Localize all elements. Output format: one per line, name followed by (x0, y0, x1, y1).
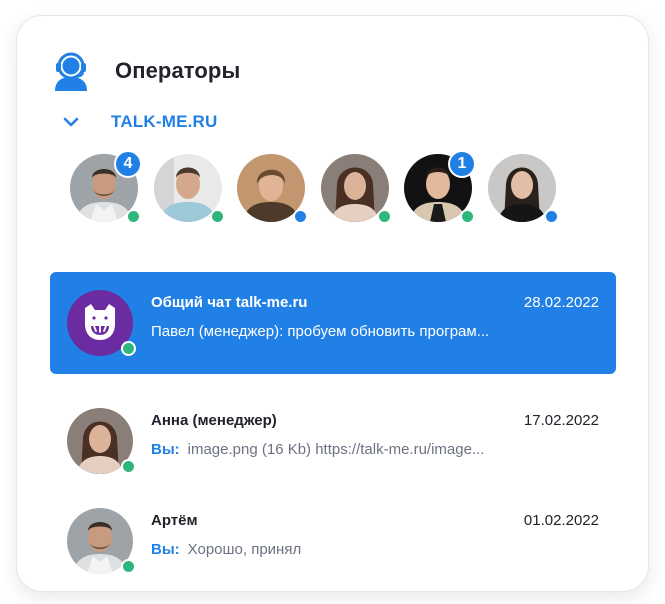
operator-avatar-list: 4 1 (70, 150, 559, 224)
status-online-dot (121, 459, 136, 474)
operator-headset-icon (55, 52, 87, 91)
unread-badge: 1 (448, 150, 476, 178)
status-away-dot (293, 209, 308, 224)
operator-avatar[interactable]: 4 (70, 150, 142, 224)
operators-panel: Операторы TALK-ME.RU 4 1 Общий чат talk-… (16, 15, 649, 592)
chat-date: 28.02.2022 (523, 294, 599, 311)
status-away-dot (543, 209, 559, 224)
operator-avatar[interactable] (320, 154, 392, 224)
operator-avatar[interactable] (237, 154, 308, 224)
status-online-dot (376, 209, 392, 224)
status-online-dot (209, 209, 225, 224)
status-online-dot (121, 559, 136, 574)
chevron-down-icon[interactable] (63, 114, 79, 130)
chat-preview-text: Хорошо, принял (187, 541, 302, 558)
operator-avatar[interactable] (487, 154, 559, 224)
unread-badge: 4 (114, 150, 142, 178)
operator-group-name[interactable]: TALK-ME.RU (111, 112, 218, 132)
chat-preview: Вы: image.png (16 Kb) https://talk-me.ru/… (151, 441, 484, 458)
operator-avatar[interactable] (153, 154, 225, 224)
chat-name: Общий чат talk-me.ru (151, 294, 308, 311)
chat-preview: Павел (менеджер): пробуем обновить прогр… (151, 323, 490, 340)
chat-list-item-active[interactable]: Общий чат talk-me.ru 28.02.2022 Павел (м… (50, 272, 616, 374)
chat-avatar (67, 290, 136, 356)
you-prefix: Вы: (151, 441, 180, 458)
chat-date: 17.02.2022 (523, 412, 599, 429)
chat-list-item[interactable]: Артём 01.02.2022 Вы: Хорошо, принял (50, 490, 616, 591)
chat-list-item[interactable]: Анна (менеджер) 17.02.2022 Вы: image.png … (50, 390, 616, 492)
status-online-dot (121, 341, 136, 356)
page-title: Операторы (115, 58, 241, 83)
chat-avatar (67, 408, 136, 474)
chat-preview-text: image.png (16 Kb) https://talk-me.ru/ima… (187, 441, 485, 458)
operator-avatar[interactable]: 1 (404, 150, 476, 224)
chat-name: Артём (151, 512, 198, 529)
you-prefix: Вы: (151, 541, 180, 558)
chat-date: 01.02.2022 (523, 512, 599, 529)
chat-avatar (67, 508, 136, 574)
chat-preview: Вы: Хорошо, принял (151, 541, 301, 558)
status-online-dot (126, 209, 141, 224)
operator-group-toggle[interactable]: TALK-ME.RU (63, 111, 218, 133)
status-online-dot (460, 209, 475, 224)
panel-header: Операторы (51, 49, 240, 93)
chat-name: Анна (менеджер) (151, 412, 277, 429)
